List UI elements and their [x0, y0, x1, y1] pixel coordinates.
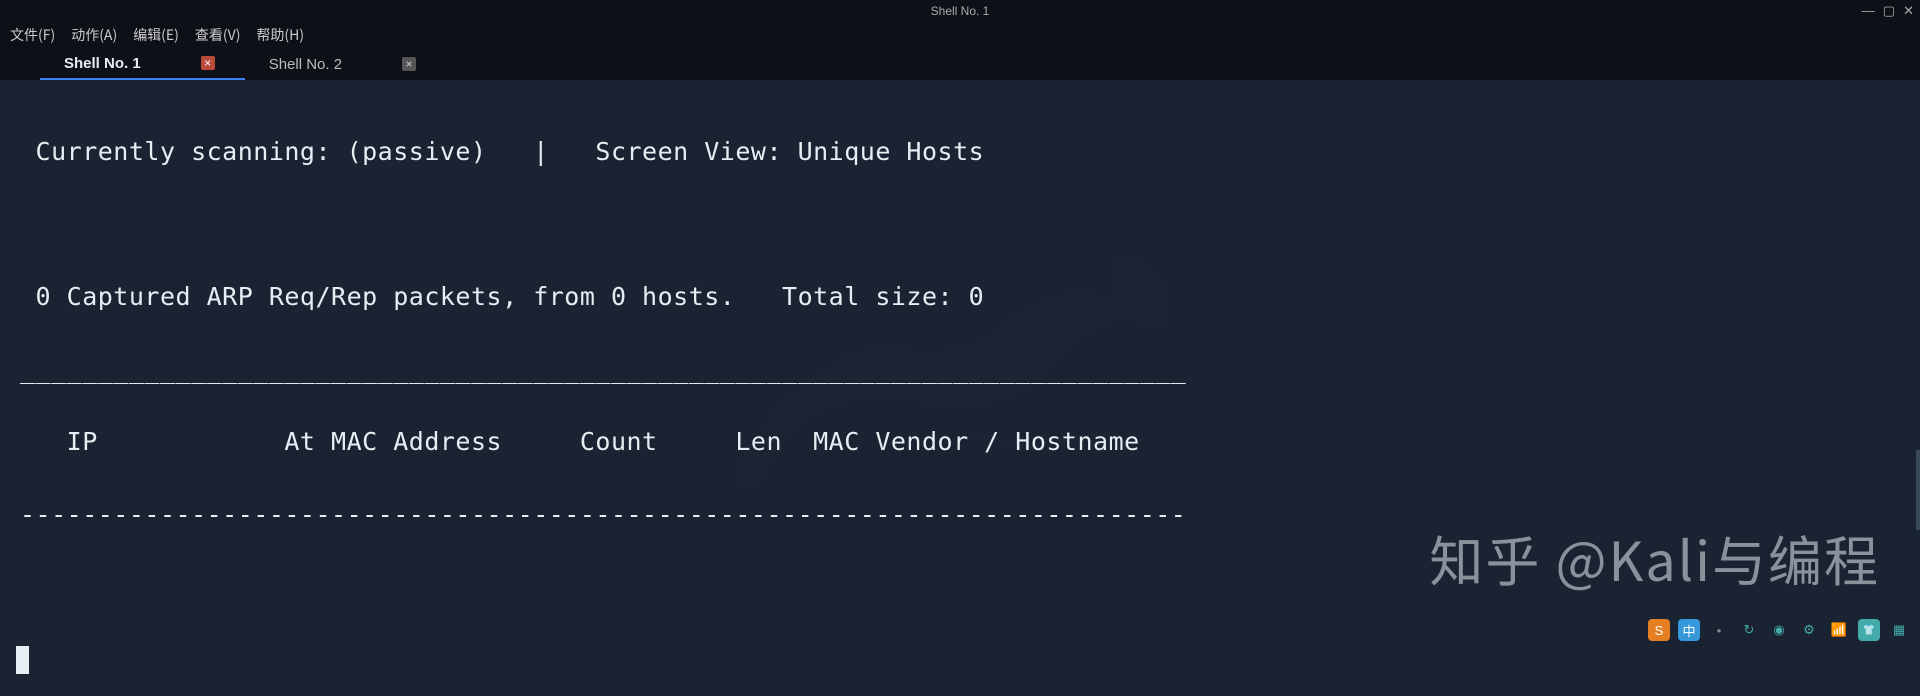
divider-line: ________________________________________… [20, 352, 1900, 388]
tab-shell-1[interactable]: Shell No. 1 × [40, 48, 245, 80]
tab-label: Shell No. 1 [64, 55, 141, 72]
mic-icon[interactable]: ◉ [1768, 619, 1790, 641]
scan-status-line: Currently scanning: (passive) | Screen V… [20, 134, 1900, 170]
system-tray: S 中 • ↻ ◉ ⚙ 📶 👕 ▦ [1648, 619, 1910, 641]
titlebar: Shell No. 1 — ▢ ✕ [0, 0, 1920, 22]
tabbar: Shell No. 1 × Shell No. 2 × [0, 48, 1920, 80]
minimize-button[interactable]: — [1862, 3, 1875, 19]
close-tab-icon[interactable]: × [402, 57, 416, 71]
terminal-output[interactable]: Currently scanning: (passive) | Screen V… [0, 80, 1920, 696]
cursor [16, 646, 29, 674]
divider-line: ----------------------------------------… [20, 497, 1900, 533]
blank-line [20, 569, 1900, 605]
capture-stats-line: 0 Captured ARP Req/Rep packets, from 0 h… [20, 279, 1900, 315]
menu-action[interactable]: 动作(A) [71, 25, 117, 45]
settings-icon[interactable]: ⚙ [1798, 619, 1820, 641]
ime-icon[interactable]: 中 [1678, 619, 1700, 641]
menu-view[interactable]: 查看(V) [195, 25, 241, 45]
refresh-icon[interactable]: ↻ [1738, 619, 1760, 641]
tray-dot-icon[interactable]: • [1708, 619, 1730, 641]
close-tab-icon[interactable]: × [201, 56, 215, 70]
menubar: 文件(F) 动作(A) 编辑(E) 查看(V) 帮助(H) [0, 22, 1920, 48]
tab-label: Shell No. 2 [269, 56, 342, 73]
grid-icon[interactable]: ▦ [1888, 619, 1910, 641]
window-title: Shell No. 1 [931, 4, 990, 18]
menu-edit[interactable]: 编辑(E) [133, 25, 179, 45]
window-controls: — ▢ ✕ [1862, 3, 1914, 19]
menu-help[interactable]: 帮助(H) [256, 25, 304, 45]
blank-line [20, 207, 1900, 243]
tab-shell-2[interactable]: Shell No. 2 × [245, 48, 446, 80]
shirt-icon[interactable]: 👕 [1858, 619, 1880, 641]
menu-file[interactable]: 文件(F) [10, 25, 55, 45]
scrollbar[interactable] [1916, 450, 1920, 530]
wifi-icon[interactable]: 📶 [1828, 619, 1850, 641]
tray-icon[interactable]: S [1648, 619, 1670, 641]
table-header: IP At MAC Address Count Len MAC Vendor /… [20, 424, 1900, 460]
maximize-button[interactable]: ▢ [1883, 3, 1895, 19]
close-button[interactable]: ✕ [1903, 3, 1914, 19]
